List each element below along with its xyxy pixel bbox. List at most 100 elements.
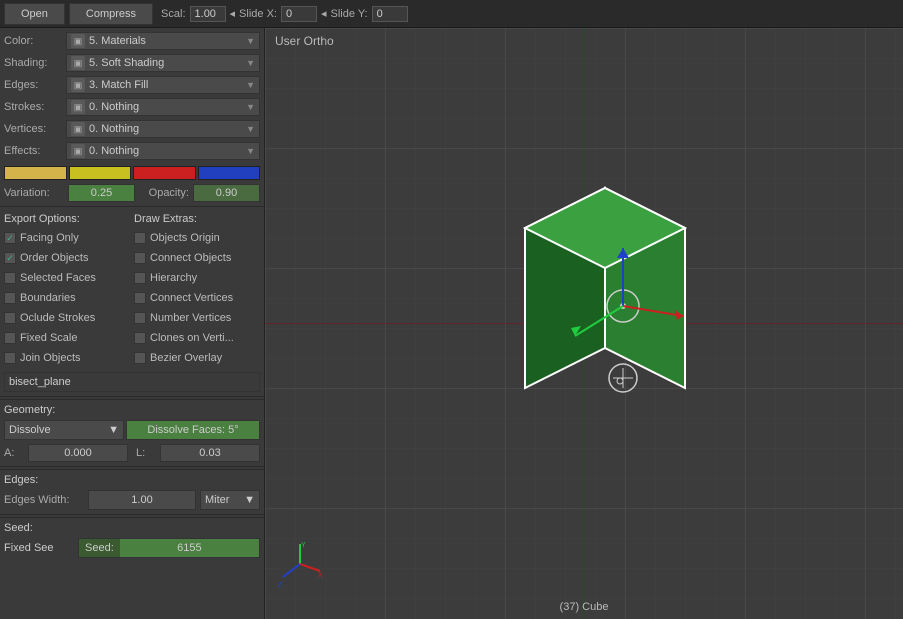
bisect-input[interactable]: [4, 372, 260, 392]
slide-y-input[interactable]: [372, 6, 408, 22]
slide-y-icon: ◂: [321, 7, 327, 20]
compress-button[interactable]: Compress: [69, 3, 153, 25]
order-objects-checkbox[interactable]: ✓: [4, 252, 16, 264]
connect-objects-checkbox[interactable]: [134, 252, 146, 264]
oclude-strokes-row: Oclude Strokes: [4, 308, 130, 328]
export-draw-section: Export Options: ✓ Facing Only ✓ Order Ob…: [0, 209, 264, 370]
svg-text:X: X: [318, 572, 323, 579]
boundaries-label: Boundaries: [20, 292, 76, 304]
edges-type-select[interactable]: Miter ▼: [200, 490, 260, 510]
number-vertices-checkbox[interactable]: [134, 312, 146, 324]
strokes-arrow: ▼: [246, 102, 255, 112]
variation-row: Variation: 0.25 Opacity: 0.90: [0, 182, 264, 204]
clones-label: Clones on Verti...: [150, 332, 234, 344]
clones-checkbox[interactable]: [134, 332, 146, 344]
vertices-icon: ▣: [71, 122, 85, 136]
bezier-checkbox[interactable]: [134, 352, 146, 364]
selected-faces-checkbox[interactable]: [4, 272, 16, 284]
join-objects-row: Join Objects: [4, 348, 130, 368]
connect-vertices-checkbox[interactable]: [134, 292, 146, 304]
join-objects-checkbox[interactable]: [4, 352, 16, 364]
variation-field[interactable]: 0.25: [68, 184, 135, 202]
swatch-blue[interactable]: [198, 166, 261, 180]
export-options-header: Export Options:: [4, 213, 130, 225]
bezier-row: Bezier Overlay: [134, 348, 260, 368]
effects-arrow: ▼: [246, 146, 255, 156]
effects-value: 0. Nothing: [89, 145, 246, 157]
seed-row: Fixed See Seed: 6155: [0, 536, 264, 560]
shading-select[interactable]: ▣ 5. Soft Shading ▼: [66, 54, 260, 72]
variation-label: Variation:: [4, 187, 64, 199]
boundaries-checkbox[interactable]: [4, 292, 16, 304]
oclude-strokes-label: Oclude Strokes: [20, 312, 95, 324]
hierarchy-label: Hierarchy: [150, 272, 197, 284]
color-select[interactable]: ▣ 5. Materials ▼: [66, 32, 260, 50]
shading-value: 5. Soft Shading: [89, 57, 246, 69]
edges-width-field[interactable]: 1.00: [88, 490, 196, 510]
dissolve-select[interactable]: Dissolve ▼: [4, 420, 124, 440]
seed-field[interactable]: Seed: 6155: [78, 538, 260, 558]
objects-origin-checkbox[interactable]: [134, 232, 146, 244]
connect-objects-label: Connect Objects: [150, 252, 231, 264]
divider3: [0, 466, 264, 467]
swatch-yellow2[interactable]: [69, 166, 132, 180]
edges-type-value: Miter: [205, 494, 229, 506]
vertices-label: Vertices:: [4, 123, 66, 135]
edges-prop-value: 3. Match Fill: [89, 79, 246, 91]
hierarchy-checkbox[interactable]: [134, 272, 146, 284]
strokes-label: Strokes:: [4, 101, 66, 113]
opacity-field[interactable]: 0.90: [193, 184, 260, 202]
svg-text:Y: Y: [301, 542, 306, 549]
bisect-row: [0, 370, 264, 394]
vertices-row: Vertices: ▣ 0. Nothing ▼: [0, 118, 264, 140]
order-objects-label: Order Objects: [20, 252, 88, 264]
facing-only-checkbox[interactable]: ✓: [4, 232, 16, 244]
opacity-label: Opacity:: [139, 187, 189, 199]
l-value: 0.03: [199, 447, 220, 459]
oclude-strokes-checkbox[interactable]: [4, 312, 16, 324]
seed-header: Seed:: [0, 517, 264, 536]
a-field[interactable]: 0.000: [28, 444, 128, 462]
a-value: 0.000: [64, 447, 92, 459]
draw-extras-header: Draw Extras:: [134, 213, 260, 225]
open-button[interactable]: Open: [4, 3, 65, 25]
effects-label: Effects:: [4, 145, 66, 157]
number-vertices-label: Number Vertices: [150, 312, 231, 324]
export-options-col: Export Options: ✓ Facing Only ✓ Order Ob…: [4, 213, 130, 368]
strokes-row: Strokes: ▣ 0. Nothing ▼: [0, 96, 264, 118]
main-area: Color: ▣ 5. Materials ▼ Shading: ▣ 5. So…: [0, 28, 903, 619]
viewport[interactable]: User Ortho: [265, 28, 903, 619]
effects-select[interactable]: ▣ 0. Nothing ▼: [66, 142, 260, 160]
swatch-yellow[interactable]: [4, 166, 67, 180]
slide-x-input[interactable]: [281, 6, 317, 22]
strokes-value: 0. Nothing: [89, 101, 246, 113]
edges-prop-select[interactable]: ▣ 3. Match Fill ▼: [66, 76, 260, 94]
edges-prop-row: Edges: ▣ 3. Match Fill ▼: [0, 74, 264, 96]
slide-x-label: Slide X:: [239, 8, 277, 20]
scal-input[interactable]: [190, 6, 226, 22]
l-field[interactable]: 0.03: [160, 444, 260, 462]
connect-vertices-label: Connect Vertices: [150, 292, 233, 304]
slide-x-icon: ◂: [230, 7, 236, 20]
slide-y-label: Slide Y:: [331, 8, 368, 20]
properties-section: Color: ▣ 5. Materials ▼ Shading: ▣ 5. So…: [0, 28, 264, 164]
top-bar: Open Compress Scal: ◂ Slide X: ◂ Slide Y…: [0, 0, 903, 28]
join-objects-label: Join Objects: [20, 352, 81, 364]
l-label: L:: [136, 447, 156, 459]
vertices-select[interactable]: ▣ 0. Nothing ▼: [66, 120, 260, 138]
edges-width-value: 1.00: [131, 494, 152, 506]
opacity-value: 0.90: [216, 187, 237, 199]
strokes-select[interactable]: ▣ 0. Nothing ▼: [66, 98, 260, 116]
objects-origin-row: Objects Origin: [134, 228, 260, 248]
vertices-value: 0. Nothing: [89, 123, 246, 135]
geometry-row: Dissolve ▼ Dissolve Faces: 5°: [0, 418, 264, 442]
effects-icon: ▣: [71, 144, 85, 158]
fixed-scale-checkbox[interactable]: [4, 332, 16, 344]
edges-section-header: Edges:: [0, 469, 264, 488]
swatch-red[interactable]: [133, 166, 196, 180]
dissolve-faces[interactable]: Dissolve Faces: 5°: [126, 420, 260, 440]
fixed-scale-label: Fixed Scale: [20, 332, 77, 344]
edges-prop-label: Edges:: [4, 79, 66, 91]
connect-objects-row: Connect Objects: [134, 248, 260, 268]
facing-only-label: Facing Only: [20, 232, 79, 244]
